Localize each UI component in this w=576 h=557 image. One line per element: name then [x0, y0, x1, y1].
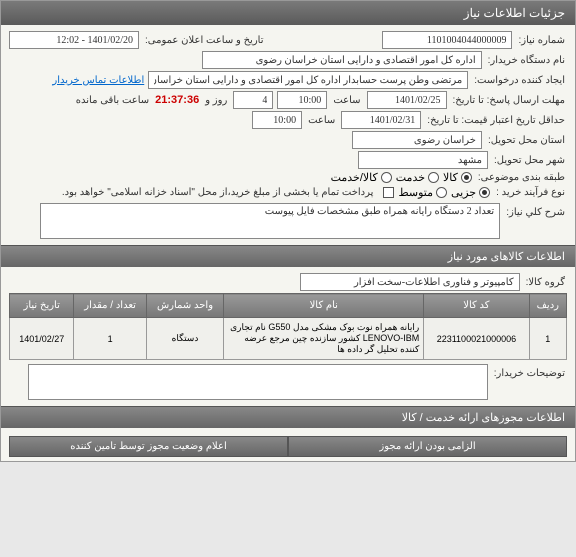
- goods-group-input[interactable]: [300, 273, 520, 291]
- purchase-jozi-label: جزیی: [451, 186, 476, 199]
- main-window: جزئیات اطلاعات نیاز شماره نیاز: تاریخ و …: [0, 0, 576, 462]
- need-desc-textarea[interactable]: [40, 203, 500, 239]
- cell-code: 2231100021000006: [424, 318, 529, 360]
- cat-goods-label: کالا: [443, 171, 458, 184]
- deadline-label: مهلت ارسال پاسخ: تا تاریخ:: [451, 95, 567, 106]
- deadline-date-input[interactable]: [367, 91, 447, 109]
- announce-input[interactable]: [9, 31, 139, 49]
- goods-area: گروه کالا: ردیف کد کالا نام کالا واحد شم…: [1, 267, 575, 406]
- cell-date: 1401/02/27: [10, 318, 74, 360]
- buyer-org-label: نام دستگاه خریدار:: [486, 55, 567, 66]
- cat-service-radio[interactable]: خدمت: [396, 171, 439, 184]
- license-col2: اعلام وضعیت مجوز توسط تامین کننده: [9, 436, 288, 457]
- creator-input[interactable]: [148, 71, 468, 89]
- cat-combo-label: کالا/خدمت: [331, 171, 378, 184]
- cell-unit: دستگاه: [146, 318, 224, 360]
- deliver-province-label: استان محل تحویل:: [486, 135, 567, 146]
- buyer-comments-textarea[interactable]: [28, 364, 488, 400]
- cell-qty: 1: [74, 318, 146, 360]
- remaining-time: 21:37:36: [155, 94, 199, 106]
- cat-service-label: خدمت: [396, 171, 425, 184]
- col-name: نام کالا: [224, 294, 424, 318]
- licenses-area: الزامی بودن ارائه مجوز اعلام وضعیت مجوز …: [1, 432, 575, 461]
- col-unit: واحد شمارش: [146, 294, 224, 318]
- purchase-type-label: نوع فرآیند خرید :: [494, 187, 567, 198]
- col-date: تاریخ نیاز: [10, 294, 74, 318]
- purchase-meto-label: متوسط: [398, 186, 433, 199]
- days-input[interactable]: [233, 91, 273, 109]
- time-label-2: ساعت: [306, 115, 337, 126]
- goods-section-header: اطلاعات کالاهای مورد نیاز: [1, 245, 575, 267]
- deliver-city-label: شهر محل تحویل:: [492, 155, 567, 166]
- need-details-area: شماره نیاز: تاریخ و ساعت اعلان عمومی: نا…: [1, 25, 575, 245]
- min-valid-label: حداقل تاریخ اعتبار قیمت: تا تاریخ:: [425, 115, 567, 126]
- min-valid-date-input[interactable]: [341, 111, 421, 129]
- col-code: کد کالا: [424, 294, 529, 318]
- deadline-time-input[interactable]: [277, 91, 327, 109]
- table-row: 1 2231100021000006 رایانه همراه نوت بوک …: [10, 318, 567, 360]
- category-label: طبقه بندی موضوعی:: [476, 172, 567, 183]
- radio-icon: [381, 172, 392, 183]
- buyer-org-input[interactable]: [202, 51, 482, 69]
- remaining-label: ساعت باقی مانده: [74, 95, 151, 106]
- window-title-bar: جزئیات اطلاعات نیاز: [1, 1, 575, 25]
- announce-label: تاریخ و ساعت اعلان عمومی:: [143, 35, 266, 46]
- cell-index: 1: [529, 318, 566, 360]
- col-qty: تعداد / مقدار: [74, 294, 146, 318]
- cell-name: رایانه همراه نوت بوک مشکی مدل G550 نام ت…: [224, 318, 424, 360]
- time-label-1: ساعت: [331, 95, 362, 106]
- cat-goods-radio[interactable]: کالا: [443, 171, 472, 184]
- license-col1: الزامی بودن ارائه مجوز: [288, 436, 567, 457]
- days-label: روز و: [203, 95, 229, 106]
- purchase-note: پرداخت تمام یا بخشی از مبلغ خرید،از محل …: [62, 187, 374, 198]
- buyer-contact-link[interactable]: اطلاعات تماس خریدار: [52, 75, 144, 86]
- radio-checked-icon: [461, 172, 472, 183]
- licenses-table-header: الزامی بودن ارائه مجوز اعلام وضعیت مجوز …: [9, 436, 567, 457]
- purchase-meto-radio[interactable]: متوسط: [398, 186, 447, 199]
- purchase-jozi-radio[interactable]: جزیی: [451, 186, 490, 199]
- radio-icon: [428, 172, 439, 183]
- creator-label: ایجاد کننده درخواست:: [472, 75, 567, 86]
- deliver-province-input[interactable]: [352, 131, 482, 149]
- radio-icon: [436, 187, 447, 198]
- treasury-checkbox[interactable]: [383, 187, 394, 198]
- need-number-label: شماره نیاز:: [516, 35, 567, 46]
- goods-table: ردیف کد کالا نام کالا واحد شمارش تعداد /…: [9, 293, 567, 360]
- deliver-city-input[interactable]: [358, 151, 488, 169]
- cat-combo-radio[interactable]: کالا/خدمت: [331, 171, 392, 184]
- buyer-comments-label: توضیحات خریدار:: [492, 364, 567, 379]
- desc-label: شرح کلي نیاز:: [504, 203, 567, 218]
- goods-group-label: گروه کالا:: [524, 277, 567, 288]
- radio-checked-icon: [479, 187, 490, 198]
- min-valid-time-input[interactable]: [252, 111, 302, 129]
- licenses-section-header: اطلاعات مجوزهای ارائه خدمت / کالا: [1, 406, 575, 428]
- window-title: جزئیات اطلاعات نیاز: [464, 6, 565, 20]
- need-number-input[interactable]: [382, 31, 512, 49]
- col-row: ردیف: [529, 294, 566, 318]
